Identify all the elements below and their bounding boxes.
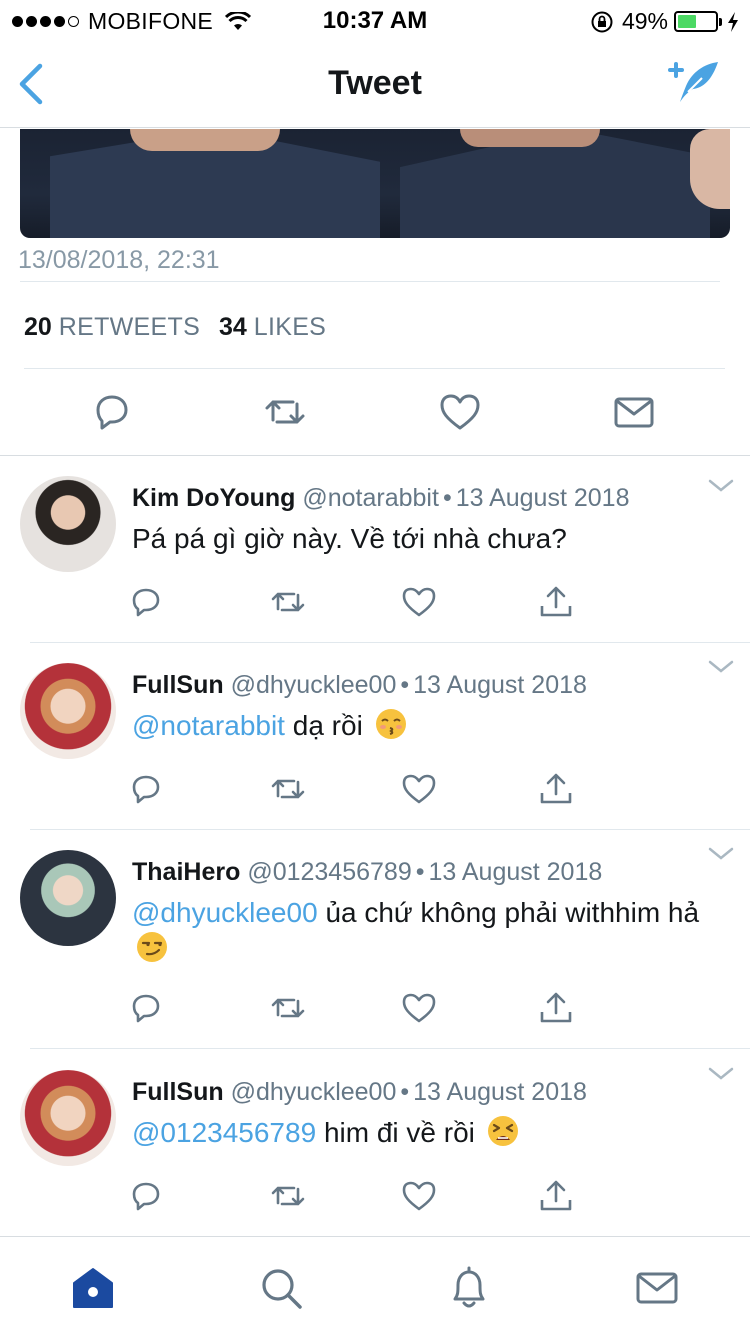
status-right: 49% <box>590 8 740 35</box>
reply-body: Kim DoYoung @notarabbit • 13 August 2018 P… <box>132 484 710 557</box>
avatar[interactable] <box>20 850 116 946</box>
like-icon[interactable] <box>438 390 482 434</box>
direct-message-icon[interactable] <box>612 390 656 434</box>
reply-tweet[interactable]: Kim DoYoung @notarabbit • 13 August 2018 P… <box>0 456 750 643</box>
reply-tweet[interactable]: FullSun @dhyucklee00 • 13 August 2018 @012… <box>0 1050 750 1236</box>
reply-action-bar <box>128 584 588 624</box>
retweets-count[interactable]: 20 <box>24 313 52 341</box>
reply-author-name[interactable]: Kim DoYoung <box>132 484 295 512</box>
reply-header: FullSun @dhyucklee00 • 13 August 2018 <box>132 1078 587 1106</box>
avatar[interactable] <box>20 1070 116 1166</box>
like-icon[interactable] <box>401 1178 437 1214</box>
reply-author-handle[interactable]: @notarabbit <box>302 484 439 512</box>
retweet-icon[interactable] <box>270 1178 306 1214</box>
reply-icon[interactable] <box>128 584 164 620</box>
chevron-down-icon[interactable] <box>708 1066 734 1082</box>
like-icon[interactable] <box>401 771 437 807</box>
reply-body: ThaiHero @0123456789 • 13 August 2018 @dhy… <box>132 858 710 967</box>
reply-action-bar <box>128 771 588 811</box>
reply-text: @0123456789 him đi về rồi <box>132 1115 710 1151</box>
reply-icon[interactable] <box>128 771 164 807</box>
like-icon[interactable] <box>401 990 437 1026</box>
reply-text-content: dạ rồi <box>292 710 363 741</box>
reply-icon[interactable] <box>128 1178 164 1214</box>
reply-author-name[interactable]: ThaiHero <box>132 858 240 886</box>
retweet-icon[interactable] <box>270 771 306 807</box>
tweet-media-image[interactable] <box>20 129 730 238</box>
reply-header: Kim DoYoung @notarabbit • 13 August 2018 <box>132 484 630 512</box>
messages-icon[interactable] <box>634 1265 680 1311</box>
reply-icon[interactable] <box>90 390 134 434</box>
retweets-label[interactable]: RETWEETS <box>59 313 200 341</box>
likes-count[interactable]: 34 <box>219 313 247 341</box>
reply-author-handle[interactable]: @dhyucklee00 <box>231 1078 397 1106</box>
reply-text: @notarabbit dạ rồi <box>132 708 710 744</box>
divider <box>20 281 720 282</box>
retweet-icon[interactable] <box>270 584 306 620</box>
charging-bolt-icon <box>728 11 738 32</box>
reply-header: FullSun @dhyucklee00 • 13 August 2018 <box>132 671 587 699</box>
reply-text-content: Pá pá gì giờ này. Về tới nhà chưa? <box>132 523 567 554</box>
reply-text-content: ủa chứ không phải withhim hả <box>325 897 700 928</box>
reply-action-bar <box>128 990 588 1030</box>
avatar[interactable] <box>20 663 116 759</box>
mention-link[interactable]: @0123456789 <box>132 1117 316 1148</box>
status-bar: MOBIFONE 10:37 AM 49% <box>0 0 750 40</box>
share-icon[interactable] <box>538 1178 574 1214</box>
reply-author-handle[interactable]: @0123456789 <box>247 858 411 886</box>
search-icon[interactable] <box>258 1265 304 1311</box>
chevron-down-icon[interactable] <box>708 659 734 675</box>
chevron-down-icon[interactable] <box>708 846 734 862</box>
notifications-icon[interactable] <box>446 1265 492 1311</box>
avatar[interactable] <box>20 476 116 572</box>
reply-tweet[interactable]: FullSun @dhyucklee00 • 13 August 2018 @not… <box>0 643 750 830</box>
home-icon[interactable] <box>70 1265 116 1311</box>
like-icon[interactable] <box>401 584 437 620</box>
retweet-icon[interactable] <box>263 390 307 434</box>
likes-label[interactable]: LIKES <box>254 313 326 341</box>
battery-icon <box>674 11 722 32</box>
tweet-stats: 20 RETWEETS 34 LIKES <box>24 313 338 342</box>
tweet-action-bar <box>0 370 750 456</box>
reply-body: FullSun @dhyucklee00 • 13 August 2018 @not… <box>132 671 710 744</box>
share-icon[interactable] <box>538 771 574 807</box>
reply-header: ThaiHero @0123456789 • 13 August 2018 <box>132 858 603 886</box>
reply-author-name[interactable]: FullSun <box>132 671 224 699</box>
reply-author-name[interactable]: FullSun <box>132 1078 224 1106</box>
orientation-lock-icon <box>591 11 613 32</box>
page-title: Tweet <box>328 64 422 102</box>
battery-percent: 49% <box>621 8 668 34</box>
reply-text: Pá pá gì giờ này. Về tới nhà chưa? <box>132 521 710 557</box>
reply-date: 13 August 2018 <box>413 671 587 699</box>
reply-tweet[interactable]: ThaiHero @0123456789 • 13 August 2018 @dhy… <box>0 830 750 1050</box>
reply-date: 13 August 2018 <box>428 858 603 886</box>
kissing-face-emoji-icon <box>375 709 406 739</box>
divider <box>24 368 725 369</box>
smirking-face-emoji-icon <box>137 932 167 962</box>
divider <box>30 1048 750 1049</box>
reply-text: @dhyucklee00 ủa chứ không phải withhim h… <box>132 895 710 967</box>
reply-date: 13 August 2018 <box>455 484 630 512</box>
tweet-timestamp: 13/08/2018, 22:31 <box>18 246 220 274</box>
mention-link[interactable]: @dhyucklee00 <box>132 897 318 928</box>
reply-action-bar <box>128 1178 588 1218</box>
reply-body: FullSun @dhyucklee00 • 13 August 2018 @012… <box>132 1078 710 1151</box>
share-icon[interactable] <box>538 584 574 620</box>
mention-link[interactable]: @notarabbit <box>132 710 285 741</box>
tweet-detail-screen: MOBIFONE 10:37 AM 49% Tweet 13/08/2018, … <box>0 0 750 1334</box>
retweet-icon[interactable] <box>270 990 306 1026</box>
share-icon[interactable] <box>538 990 574 1026</box>
reply-text-content: him đi về rồi <box>323 1117 475 1148</box>
reply-date: 13 August 2018 <box>413 1078 587 1106</box>
navigation-bar: Tweet <box>0 40 750 128</box>
tired-face-emoji-icon <box>487 1116 518 1146</box>
chevron-down-icon[interactable] <box>708 478 734 494</box>
reply-author-handle[interactable]: @dhyucklee00 <box>231 671 397 699</box>
bottom-tab-bar <box>0 1236 750 1334</box>
compose-tweet-icon[interactable] <box>668 58 722 106</box>
reply-icon[interactable] <box>128 990 164 1026</box>
